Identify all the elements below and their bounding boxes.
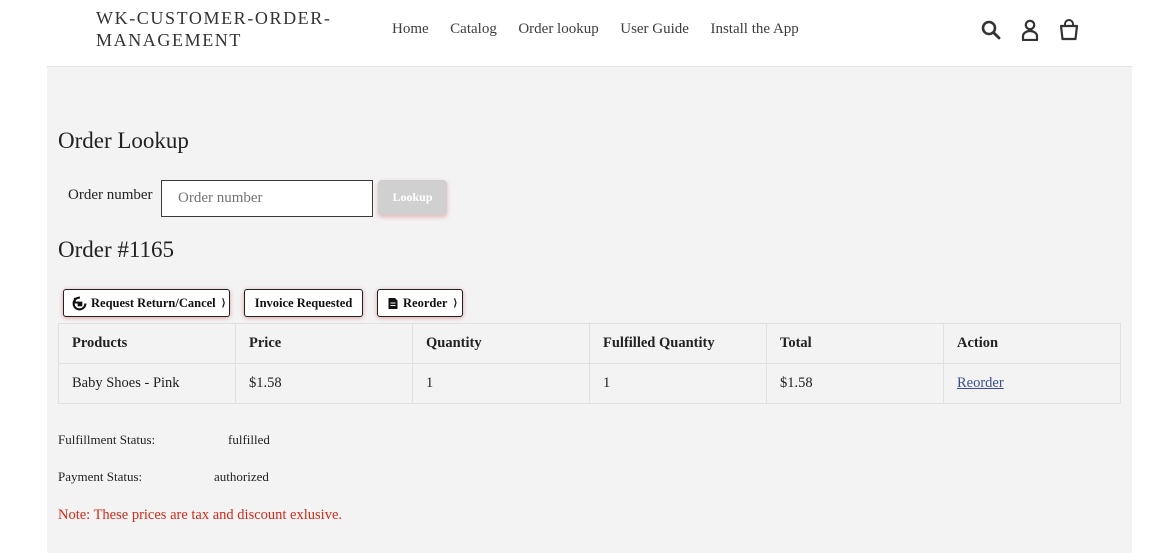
- quantity-cell: 1: [412, 363, 590, 404]
- reorder-link[interactable]: Reorder: [957, 375, 1004, 391]
- column-header-total: Total: [766, 323, 944, 364]
- request-return-cancel-button[interactable]: Request Return/Cancel ⟩: [63, 289, 230, 317]
- document-icon: [387, 297, 399, 310]
- header-icons: [980, 18, 1080, 42]
- return-icon: [72, 296, 87, 311]
- chevron-right-icon: ⟩: [453, 297, 458, 309]
- order-items-table: Products Price Quantity Fulfilled Quanti…: [58, 323, 1121, 404]
- nav-order-lookup[interactable]: Order lookup: [518, 19, 598, 39]
- account-icon[interactable]: [1019, 18, 1041, 42]
- nav-home[interactable]: Home: [392, 19, 429, 39]
- fulfillment-status-label: Fulfillment Status:: [58, 432, 156, 447]
- payment-status-value: authorized: [214, 469, 269, 484]
- fulfillment-status-value: fulfilled: [228, 432, 270, 447]
- column-header-price: Price: [235, 323, 413, 364]
- invoice-requested-button[interactable]: Invoice Requested: [244, 289, 363, 317]
- main-nav: Home Catalog Order lookup User Guide Ins…: [392, 19, 820, 39]
- payment-status-label: Payment Status:: [58, 469, 143, 484]
- nav-catalog[interactable]: Catalog: [450, 19, 497, 39]
- chevron-right-icon: ⟩: [221, 297, 226, 309]
- invoice-requested-label: Invoice Requested: [254, 295, 353, 310]
- reorder-label: Reorder: [403, 295, 448, 310]
- request-return-cancel-label: Request Return/Cancel: [91, 295, 216, 310]
- column-header-products: Products: [58, 323, 236, 364]
- action-cell: Reorder: [943, 363, 1121, 404]
- order-title: Order #1165: [58, 237, 175, 262]
- order-number-input[interactable]: [161, 180, 373, 217]
- nav-install-app[interactable]: Install the App: [710, 19, 798, 39]
- order-number-label: Order number: [68, 187, 153, 203]
- price-note: Note: These prices are tax and discount …: [58, 507, 343, 523]
- column-header-action: Action: [943, 323, 1121, 364]
- column-header-fulfilled-quantity: Fulfilled Quantity: [589, 323, 767, 364]
- product-cell: Baby Shoes - Pink: [58, 363, 236, 404]
- total-cell: $1.58: [766, 363, 944, 404]
- price-cell: $1.58: [235, 363, 413, 404]
- page-title: Order Lookup: [58, 128, 189, 153]
- search-icon[interactable]: [980, 18, 1002, 42]
- nav-user-guide[interactable]: User Guide: [620, 19, 689, 39]
- table-header-row: Products Price Quantity Fulfilled Quanti…: [58, 323, 1121, 364]
- column-header-quantity: Quantity: [412, 323, 590, 364]
- lookup-button[interactable]: Lookup: [378, 180, 447, 215]
- cart-icon[interactable]: [1058, 18, 1080, 42]
- reorder-button[interactable]: Reorder ⟩: [377, 289, 463, 317]
- site-header: WK-CUSTOMER-ORDER-MANAGEMENT Home Catalo…: [0, 0, 1164, 66]
- site-logo[interactable]: WK-CUSTOMER-ORDER-MANAGEMENT: [96, 7, 356, 51]
- table-row: Baby Shoes - Pink $1.58 1 1 $1.58 Reorde…: [58, 363, 1121, 404]
- fulfilled-quantity-cell: 1: [589, 363, 767, 404]
